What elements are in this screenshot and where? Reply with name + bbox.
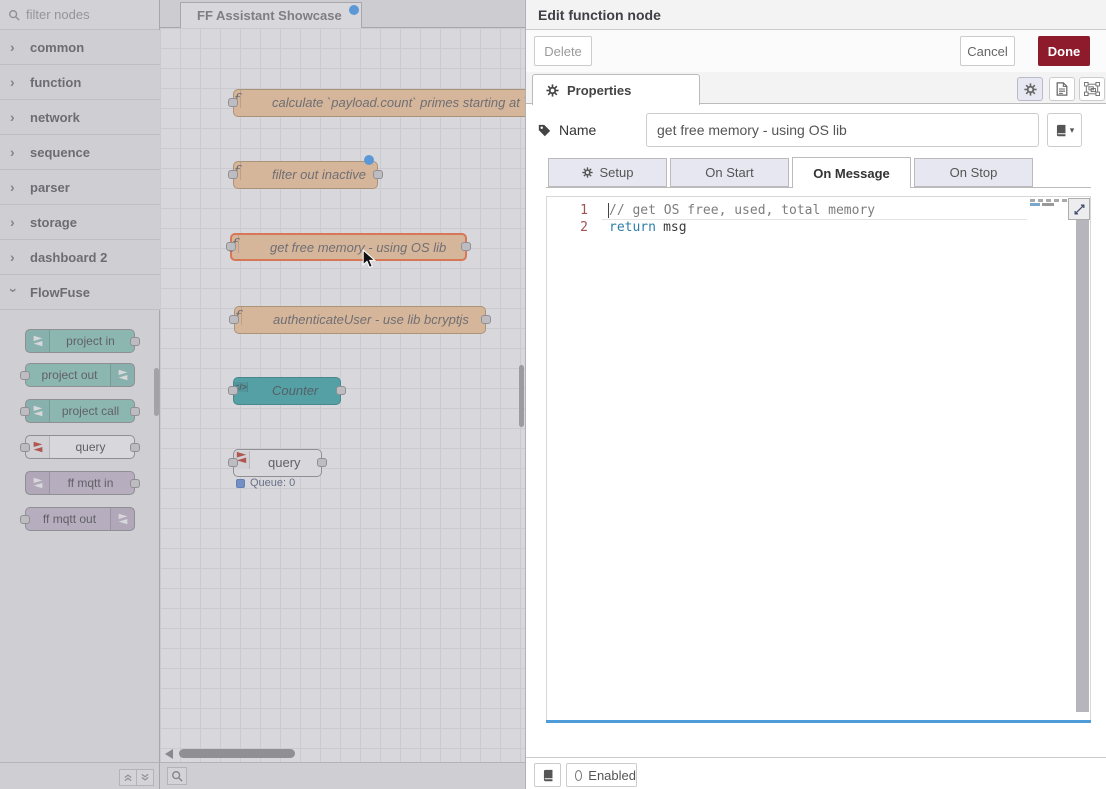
tray-header: Edit function node (526, 0, 1106, 30)
tab-on-start[interactable]: On Start (670, 158, 789, 187)
appearance-view-button[interactable] (1079, 77, 1105, 101)
tab-setup[interactable]: Setup (548, 158, 667, 187)
tag-icon (538, 124, 551, 137)
line-number: 2 (547, 219, 602, 236)
enabled-toggle-button[interactable]: Enabled (566, 763, 637, 787)
on-start-tab-label: On Start (705, 165, 753, 180)
editor-scrollbar[interactable] (1076, 220, 1089, 712)
delete-button[interactable]: Delete (534, 36, 592, 66)
minimap (1030, 199, 1070, 202)
code-msg: msg (663, 220, 686, 235)
tab-properties[interactable]: Properties (532, 74, 700, 105)
properties-view-button[interactable] (1017, 77, 1043, 101)
gear-icon (546, 84, 559, 97)
object-group-icon (1084, 82, 1100, 96)
expand-icon (1073, 203, 1086, 216)
current-line-underline (602, 219, 1027, 220)
code-editor[interactable]: 1 2 // get OS free, used, total memory r… (546, 196, 1091, 723)
on-stop-tab-label: On Stop (950, 165, 998, 180)
tab-on-message[interactable]: On Message (792, 157, 911, 188)
library-button[interactable] (534, 763, 561, 787)
name-input[interactable] (646, 113, 1039, 147)
tray-footer: Enabled (526, 757, 1106, 789)
tray-tabrow: Properties (526, 72, 1106, 104)
keyword-return: return (609, 220, 656, 235)
on-message-tab-label: On Message (813, 166, 890, 181)
editor-focus-border (546, 720, 1091, 723)
gear-icon (582, 167, 593, 178)
gear-icon (1024, 83, 1037, 96)
book-icon (1055, 124, 1067, 137)
edit-tray: Edit function node Delete Cancel Done Pr… (525, 0, 1106, 789)
properties-tab-label: Properties (567, 83, 631, 98)
tab-on-stop[interactable]: On Stop (914, 158, 1033, 187)
setup-tab-label: Setup (600, 165, 634, 180)
file-icon (1055, 82, 1069, 96)
circle-icon (575, 770, 582, 781)
library-dropdown-button[interactable]: ▾ (1047, 113, 1082, 147)
code-line-1: // get OS free, used, total memory (609, 202, 875, 219)
expand-editor-button[interactable] (1068, 198, 1090, 220)
done-button[interactable]: Done (1038, 36, 1090, 66)
line-number: 1 (547, 202, 602, 219)
tray-title: Edit function node (538, 7, 661, 23)
description-view-button[interactable] (1049, 77, 1075, 101)
name-field-label: Name (538, 113, 596, 147)
book-icon (542, 769, 554, 782)
mouse-cursor (362, 249, 377, 270)
tray-toolbar: Delete Cancel Done (526, 30, 1106, 72)
enabled-label: Enabled (588, 768, 636, 783)
node-red-editor: › common › function › network › sequence… (0, 0, 1106, 789)
edit-shade-overlay (0, 0, 525, 789)
cancel-button[interactable]: Cancel (960, 36, 1015, 66)
name-label-text: Name (559, 122, 596, 138)
minimap (1030, 203, 1070, 206)
caret-down-icon: ▾ (1070, 125, 1075, 136)
workspace: › common › function › network › sequence… (0, 0, 525, 789)
code-line-2: return msg (609, 219, 687, 236)
